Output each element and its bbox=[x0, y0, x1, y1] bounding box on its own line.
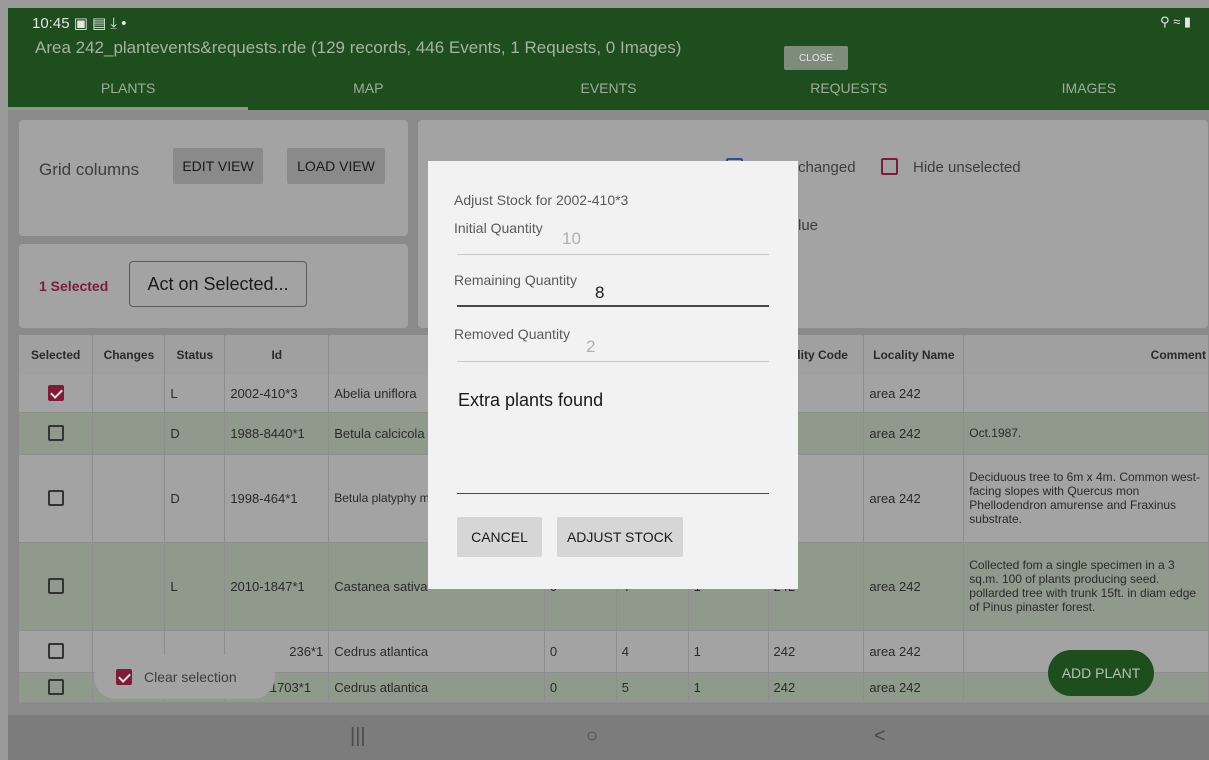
initial-quantity-field[interactable]: 10 bbox=[562, 229, 581, 249]
row-checkbox[interactable] bbox=[47, 385, 64, 402]
selected-count: 1 Selected bbox=[39, 278, 109, 294]
col-comment[interactable]: Comment bbox=[963, 335, 1209, 375]
changed-label: changed bbox=[798, 159, 856, 176]
system-nav-bar: ||| ○ < bbox=[8, 715, 1209, 760]
remaining-quantity-field[interactable]: 8 bbox=[595, 283, 604, 303]
grid-columns-label: Grid columns bbox=[39, 160, 140, 179]
clear-selection-checkbox[interactable] bbox=[116, 669, 132, 685]
initial-quantity-label: Initial Quantity bbox=[454, 220, 543, 236]
note-underline bbox=[457, 493, 769, 494]
col-changes[interactable]: Changes bbox=[92, 335, 166, 375]
remaining-quantity-underline bbox=[457, 305, 769, 307]
add-plant-button[interactable]: ADD PLANT bbox=[1048, 650, 1154, 696]
removed-quantity-label: Removed Quantity bbox=[454, 326, 570, 342]
cancel-button[interactable]: CANCEL bbox=[457, 517, 542, 557]
tab-bar: PLANTS MAP EVENTS REQUESTS IMAGES bbox=[8, 68, 1209, 110]
row-checkbox[interactable] bbox=[47, 578, 64, 594]
row-checkbox[interactable] bbox=[47, 643, 64, 659]
col-locality-name[interactable]: Locality Name bbox=[863, 335, 965, 375]
close-button[interactable]: CLOSE bbox=[784, 46, 848, 70]
home-button[interactable]: ○ bbox=[586, 725, 598, 748]
col-status[interactable]: Status bbox=[164, 335, 226, 375]
note-field[interactable]: Extra plants found bbox=[458, 390, 603, 411]
adjust-stock-dialog: Adjust Stock for 2002-410*3 Initial Quan… bbox=[428, 161, 798, 589]
edit-view-button[interactable]: EDIT VIEW bbox=[173, 148, 263, 184]
col-selected[interactable]: Selected bbox=[19, 335, 94, 375]
clear-selection-chip[interactable]: Clear selection bbox=[94, 655, 275, 699]
row-checkbox[interactable] bbox=[47, 490, 64, 506]
value-label: lue bbox=[798, 217, 819, 234]
row-checkbox[interactable] bbox=[47, 679, 64, 695]
col-id[interactable]: Id bbox=[224, 335, 330, 375]
load-view-button[interactable]: LOAD VIEW bbox=[287, 148, 385, 184]
tab-plants[interactable]: PLANTS bbox=[8, 68, 249, 110]
removed-quantity-field[interactable]: 2 bbox=[586, 337, 595, 357]
remaining-quantity-label: Remaining Quantity bbox=[454, 272, 577, 288]
act-on-selected-button[interactable]: Act on Selected... bbox=[129, 261, 307, 307]
row-checkbox[interactable] bbox=[47, 425, 64, 441]
tab-events[interactable]: EVENTS bbox=[488, 68, 728, 110]
tab-images[interactable]: IMAGES bbox=[969, 68, 1209, 110]
hide-unselected-label: Hide unselected bbox=[913, 159, 1021, 176]
dialog-title: Adjust Stock for 2002-410*3 bbox=[454, 192, 629, 208]
status-time: 10:45 ▣ ▤ ⤓ • bbox=[32, 15, 127, 32]
tab-map[interactable]: MAP bbox=[248, 68, 488, 110]
clear-selection-label: Clear selection bbox=[144, 669, 237, 685]
recent-apps-button[interactable]: ||| bbox=[350, 725, 366, 748]
back-button[interactable]: < bbox=[874, 725, 886, 748]
adjust-stock-button[interactable]: ADJUST STOCK bbox=[557, 517, 683, 557]
removed-quantity-underline bbox=[457, 361, 769, 362]
status-icons: ⚲ ≈ ▮ bbox=[1159, 14, 1191, 29]
app-title: Area 242_plantevents&requests.rde (129 r… bbox=[35, 38, 682, 57]
initial-quantity-underline bbox=[457, 254, 769, 255]
hide-unselected-checkbox[interactable] bbox=[881, 158, 898, 175]
tab-requests[interactable]: REQUESTS bbox=[729, 68, 969, 110]
